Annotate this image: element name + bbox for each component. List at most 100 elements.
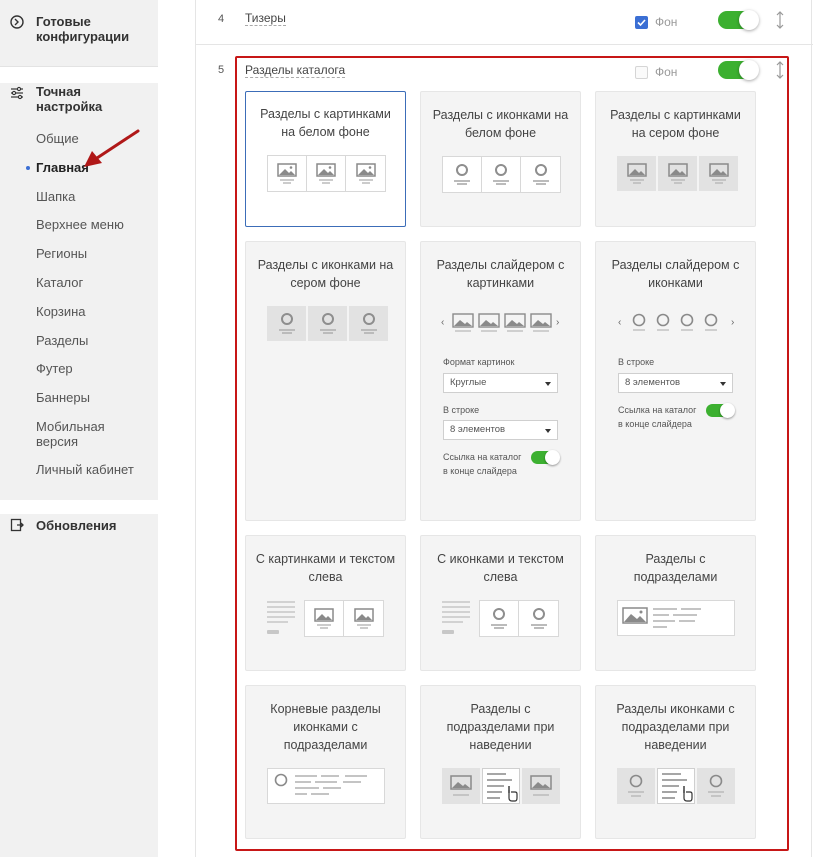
option-card[interactable]: Корневые разделы иконками с подразделами (245, 685, 406, 839)
image-icon (699, 156, 738, 191)
icon-placeholder-icon (482, 157, 521, 192)
arrow-annotation-icon (84, 129, 140, 167)
per-row-value: 8 элементов (625, 377, 681, 388)
update-icon (10, 518, 24, 532)
card-title: Корневые разделы иконками с подразделами (270, 702, 381, 752)
format-value: Круглые (450, 377, 487, 388)
slider-icons-preview (632, 313, 718, 331)
per-row-value: 8 элементов (450, 424, 506, 435)
layout-preview (442, 156, 561, 193)
sidebar-gap (0, 67, 158, 83)
sidebar-item-banners[interactable]: Баннеры (36, 390, 90, 405)
icon-placeholder-icon (349, 306, 388, 341)
fine-tuning-label: Точная настройка (36, 84, 103, 114)
catalog-link-toggle[interactable] (531, 450, 560, 465)
sidebar-item-catalog[interactable]: Каталог (36, 275, 83, 290)
card-title: Разделы слайдером с иконками (611, 258, 740, 290)
sidebar-item-mobile[interactable]: Мобильная версия (36, 419, 126, 449)
image-icon (268, 156, 307, 191)
text-lines-icon (267, 601, 295, 634)
layout-preview (304, 600, 384, 637)
ready-configs-section[interactable]: Готовые конфигурации (0, 0, 158, 67)
option-card[interactable]: С картинками и текстом слева (245, 535, 406, 671)
ready-configs-label: Готовые конфигурации (36, 14, 130, 44)
sidebar-item-regions[interactable]: Регионы (36, 246, 87, 261)
text-lines-icon (442, 601, 470, 634)
chevron-right-icon: › (556, 317, 560, 328)
row-number: 5 (218, 64, 225, 76)
sidebar-item-sections[interactable]: Разделы (36, 333, 88, 348)
updates-label: Обновления (36, 518, 117, 533)
option-card[interactable]: Разделы слайдером с картинками ‹ › Форма… (420, 241, 581, 521)
image-icon (617, 156, 656, 191)
option-card[interactable]: Разделы с картинками на сером фоне (595, 91, 756, 227)
background-checkbox[interactable] (635, 16, 648, 29)
sidebar-item-top-menu[interactable]: Верхнее меню (36, 217, 124, 232)
chevron-left-icon: ‹ (441, 317, 445, 328)
updates-section[interactable]: Обновления (0, 500, 158, 857)
catalog-link-toggle[interactable] (706, 403, 735, 418)
chevron-down-icon (720, 382, 726, 386)
option-card[interactable]: Разделы иконками с подразделами при наве… (595, 685, 756, 839)
icon-placeholder-icon (443, 157, 482, 192)
image-with-list-icon (617, 600, 735, 636)
sidebar-item-header[interactable]: Шапка (36, 189, 75, 204)
option-card[interactable]: Разделы с подразделами при наведении (420, 685, 581, 839)
image-icon (305, 601, 344, 636)
catalog-link-label: Ссылка на каталог в конце слайдера (618, 405, 697, 429)
option-card[interactable]: Разделы с иконками на белом фоне (420, 91, 581, 227)
image-icon (658, 156, 697, 191)
row-toggle[interactable] (718, 10, 759, 30)
icon-placeholder-icon (480, 601, 519, 636)
option-card[interactable]: Разделы с картинками на белом фоне (245, 91, 406, 227)
card-title: Разделы с картинками на сером фоне (610, 108, 741, 140)
sidebar-item-general[interactable]: Общие (36, 131, 79, 146)
card-title: Разделы с иконками на белом фоне (432, 108, 569, 140)
settings-page: Готовые конфигурации Точная настройка Об… (0, 0, 813, 857)
option-card[interactable]: С иконками и текстом слева (420, 535, 581, 671)
background-label: Фон (655, 15, 678, 29)
layout-preview (617, 156, 738, 191)
card-title: Разделы с подразделами при наведении (446, 702, 555, 752)
sidebar-item-cart[interactable]: Корзина (36, 304, 86, 319)
per-row-select[interactable]: 8 элементов (443, 420, 558, 440)
card-title: Разделы с подразделами (633, 552, 718, 584)
card-title: С иконками и текстом слева (437, 552, 564, 584)
per-row-label: В строке (618, 357, 655, 367)
chevron-down-icon (545, 382, 551, 386)
option-card[interactable]: Разделы слайдером с иконками ‹ › В строк… (595, 241, 756, 521)
hover-images-icon (442, 768, 560, 804)
hover-icons-icon (617, 768, 735, 804)
icon-placeholder-icon (267, 306, 306, 341)
slider-images-preview (452, 313, 552, 332)
layout-preview (267, 306, 388, 341)
icon-placeholder-icon (521, 157, 560, 192)
format-select[interactable]: Круглые (443, 373, 558, 393)
image-icon (307, 156, 346, 191)
catalog-link-label: Ссылка на каталог в конце слайдера (443, 452, 522, 476)
image-icon (346, 156, 385, 191)
row-teasers: 4 Тизеры Фон (196, 0, 813, 45)
per-row-select[interactable]: 8 элементов (618, 373, 733, 393)
format-label: Формат картинок (443, 357, 515, 367)
check-icon (637, 19, 646, 27)
sidebar-item-footer[interactable]: Футер (36, 361, 73, 376)
per-row-label: В строке (443, 405, 480, 415)
icon-with-list-icon (267, 768, 385, 804)
option-card[interactable]: Разделы с подразделами (595, 535, 756, 671)
sidebar-item-account[interactable]: Личный кабинет (36, 462, 134, 477)
sidebar: Готовые конфигурации Точная настройка Об… (0, 0, 158, 857)
option-card[interactable]: Разделы с иконками на сером фоне (245, 241, 406, 521)
icon-placeholder-icon (308, 306, 347, 341)
image-icon (344, 601, 383, 636)
layout-preview (267, 155, 386, 192)
sliders-icon (11, 86, 23, 100)
card-title: Разделы с картинками на белом фоне (260, 107, 391, 139)
chevron-left-icon: ‹ (618, 317, 622, 328)
row-title[interactable]: Тизеры (245, 11, 286, 26)
fine-tuning-section: Точная настройка Общие Главная Шапка Вер… (0, 83, 158, 500)
card-title: Разделы иконками с подразделами при наве… (616, 702, 735, 752)
active-indicator (26, 166, 30, 170)
chevron-down-icon (545, 429, 551, 433)
drag-handle-icon[interactable] (776, 11, 784, 29)
